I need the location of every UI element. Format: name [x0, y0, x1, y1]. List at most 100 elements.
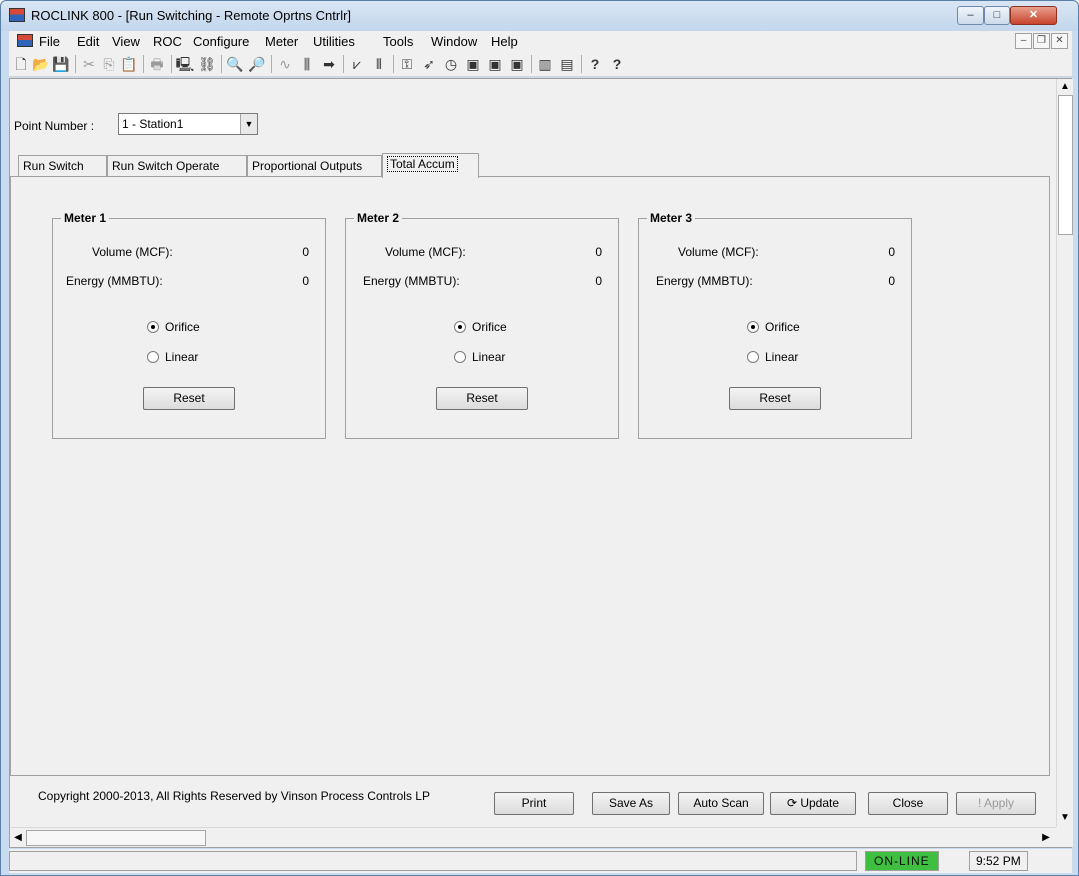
title-bar[interactable]: ROCLINK 800 - [Run Switching - Remote Op…	[1, 1, 1078, 31]
update-button[interactable]: ⟳ Update	[770, 792, 856, 815]
chart-icon[interactable]: ▥	[535, 54, 555, 74]
new-icon[interactable]: 🗋	[11, 54, 31, 74]
apply-button[interactable]: ! Apply	[956, 792, 1036, 815]
meter-1-orifice-radio[interactable]: Orifice	[147, 320, 200, 334]
meter-2-linear-label: Linear	[472, 350, 506, 364]
roclink-app-icon[interactable]	[9, 8, 25, 22]
print-button[interactable]: Print	[494, 792, 574, 815]
meter-2-volume-value: 0	[595, 245, 602, 259]
meter-3-linear-radio[interactable]: Linear	[747, 350, 798, 364]
meter-1-title: Meter 1	[61, 211, 110, 225]
io-icon[interactable]: ⫼	[297, 54, 317, 74]
key-icon[interactable]: ⚿	[397, 54, 417, 74]
menu-view[interactable]: View	[112, 34, 140, 49]
save-icon[interactable]: 💾	[51, 54, 71, 74]
horizontal-scrollbar[interactable]: ◀ ▶	[10, 827, 1056, 847]
scroll-up-icon[interactable]: ▲	[1057, 79, 1073, 95]
zoom-out-icon[interactable]: 🔎	[247, 54, 267, 74]
menu-roc[interactable]: ROC	[153, 34, 182, 49]
vertical-scroll-thumb[interactable]	[1058, 95, 1073, 235]
update-label: Update	[800, 796, 840, 810]
meter-3-reset-button[interactable]: Reset	[729, 387, 821, 410]
directory-icon[interactable]: ⛓	[197, 54, 217, 74]
meter-3-energy-label: Energy (MMBTU):	[656, 274, 753, 288]
help-icon[interactable]: ?	[585, 54, 605, 74]
meter-2-orifice-radio[interactable]: Orifice	[454, 320, 507, 334]
toolbar-separator	[343, 55, 344, 73]
menu-tools[interactable]: Tools	[383, 34, 413, 49]
zoom-in-icon[interactable]: 🔍	[225, 54, 245, 74]
meter-1-linear-radio[interactable]: Linear	[147, 350, 198, 364]
print-icon[interactable]: 🖶	[147, 54, 167, 74]
menu-meter[interactable]: Meter	[265, 34, 298, 49]
meter-1-orifice-label: Orifice	[165, 320, 200, 334]
auto-scan-button[interactable]: Auto Scan	[678, 792, 764, 815]
rocket-icon[interactable]: ➶	[419, 54, 439, 74]
meter-3-orifice-radio[interactable]: Orifice	[747, 320, 800, 334]
maximize-button[interactable]: □	[984, 6, 1010, 25]
scroll-down-icon[interactable]: ▼	[1057, 810, 1073, 826]
meter-3-energy-value: 0	[888, 274, 895, 288]
pid-icon[interactable]: ➡	[319, 54, 339, 74]
toolbar-separator	[531, 55, 532, 73]
connect-icon[interactable]: 🖳	[175, 54, 195, 74]
trend-icon[interactable]: ∿	[275, 54, 295, 74]
menu-configure[interactable]: Configure	[193, 34, 249, 49]
close-button[interactable]: Close	[868, 792, 948, 815]
meter-2-group: Meter 2 Volume (MCF): 0 Energy (MMBTU): …	[345, 211, 619, 439]
display2-icon[interactable]: ▣	[485, 54, 505, 74]
scroll-left-icon[interactable]: ◀	[10, 830, 26, 846]
mdi-close-button[interactable]: ✕	[1051, 33, 1068, 49]
meter-1-volume-value: 0	[302, 245, 309, 259]
history-icon[interactable]: ⫴	[369, 54, 389, 74]
menu-window[interactable]: Window	[431, 34, 477, 49]
meter-1-reset-button[interactable]: Reset	[143, 387, 235, 410]
menu-utilities[interactable]: Utilities	[313, 34, 355, 49]
connection-status: ON-LINE	[865, 851, 939, 871]
horizontal-scroll-thumb[interactable]	[26, 830, 206, 846]
point-number-select[interactable]: 1 - Station1 ▼	[118, 113, 258, 135]
meter-2-linear-radio[interactable]: Linear	[454, 350, 505, 364]
refresh-icon: ⟳	[786, 796, 801, 810]
radio-unselected-icon	[747, 351, 759, 363]
save-as-button[interactable]: Save As	[592, 792, 670, 815]
close-window-button[interactable]: ✕	[1010, 6, 1057, 25]
meter-1-energy-label: Energy (MMBTU):	[66, 274, 163, 288]
app-window: ROCLINK 800 - [Run Switching - Remote Op…	[0, 0, 1079, 876]
clock-icon[interactable]: ◷	[441, 54, 461, 74]
status-message-panel	[9, 851, 857, 871]
context-help-icon[interactable]: ?	[607, 54, 627, 74]
toolbar-separator	[221, 55, 222, 73]
toolbar-separator	[75, 55, 76, 73]
minimize-button[interactable]: –	[957, 6, 984, 25]
mdi-restore-button[interactable]: ❐	[1033, 33, 1050, 49]
document-icon[interactable]	[17, 34, 33, 47]
copyright-text: Copyright 2000-2013, All Rights Reserved…	[38, 789, 430, 803]
display1-icon[interactable]: ▣	[463, 54, 483, 74]
apply-label: Apply	[983, 796, 1015, 810]
toolbar-separator	[171, 55, 172, 73]
mdi-minimize-button[interactable]: –	[1015, 33, 1032, 49]
open-icon[interactable]: 📂	[31, 54, 51, 74]
meter-2-reset-button[interactable]: Reset	[436, 387, 528, 410]
meter-icon[interactable]: ⩗	[347, 54, 367, 74]
tab-run-switch[interactable]: Run Switch	[18, 155, 107, 177]
tab-total-accum[interactable]: Total Accum	[382, 153, 479, 178]
toolbar-separator	[271, 55, 272, 73]
scroll-right-icon[interactable]: ▶	[1038, 830, 1054, 846]
paste-icon[interactable]: 📋	[119, 54, 139, 74]
cut-icon[interactable]: ✂	[79, 54, 99, 74]
status-bar: ON-LINE 9:52 PM	[9, 849, 1072, 873]
menu-edit[interactable]: Edit	[77, 34, 99, 49]
tab-proportional-outputs[interactable]: Proportional Outputs	[247, 155, 382, 177]
vertical-scrollbar[interactable]: ▲ ▼	[1056, 79, 1073, 827]
menu-file[interactable]: File	[39, 34, 60, 49]
chevron-down-icon[interactable]: ▼	[240, 114, 257, 134]
window-title: ROCLINK 800 - [Run Switching - Remote Op…	[31, 8, 352, 23]
tab-run-switch-operate[interactable]: Run Switch Operate	[107, 155, 247, 177]
menu-help[interactable]: Help	[491, 34, 518, 49]
copy-icon[interactable]: ⎘	[99, 54, 119, 74]
menu-bar: File Edit View ROC Configure Meter Utili…	[9, 31, 1072, 51]
report-icon[interactable]: ▤	[557, 54, 577, 74]
display3-icon[interactable]: ▣	[507, 54, 527, 74]
